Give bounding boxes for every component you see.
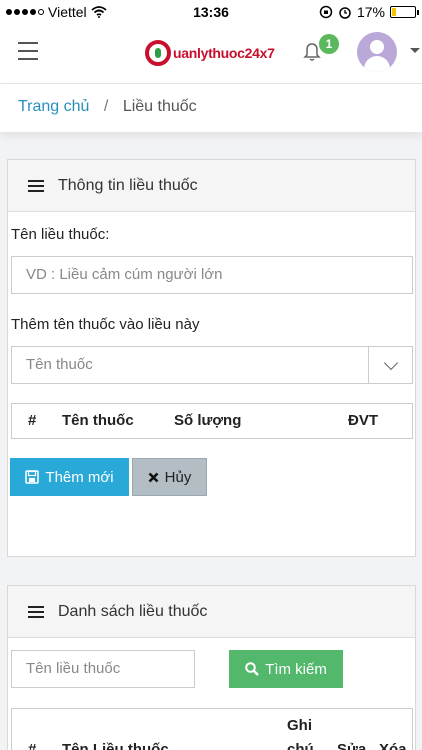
col-note-line2: chú: [287, 741, 314, 750]
user-avatar[interactable]: [357, 32, 397, 72]
panel-header: Danh sách liều thuốc: [8, 586, 415, 638]
col-index: #: [28, 412, 37, 429]
battery-percent: 17%: [356, 4, 385, 20]
save-icon: [25, 470, 40, 484]
close-icon: [148, 472, 159, 482]
panel-title: Danh sách liều thuốc: [58, 602, 208, 620]
search-input[interactable]: Tên liều thuốc: [11, 650, 195, 688]
app-header: uanlythuoc24x7 1: [0, 24, 422, 84]
status-right: 17%: [319, 4, 419, 20]
search-button[interactable]: Tìm kiếm: [229, 650, 343, 688]
battery-icon: [390, 6, 419, 18]
panel-header: Thông tin liều thuốc: [8, 160, 415, 212]
col-dose-name: Tên Liều thuốc: [62, 741, 169, 750]
add-new-button[interactable]: Thêm mới: [10, 458, 129, 496]
col-quantity: Số lượng: [174, 412, 242, 429]
search-icon: [245, 662, 260, 676]
col-note-line1: Ghi: [287, 717, 312, 734]
dose-name-input[interactable]: VD : Liều cảm cúm người lớn: [11, 256, 413, 294]
search-label: Tìm kiếm: [265, 660, 327, 678]
drug-table-header: # Tên thuốc Số lượng ĐVT: [11, 403, 413, 439]
col-delete: Xóa: [379, 741, 407, 750]
logo-mark-icon: [145, 40, 171, 66]
col-drug-name: Tên thuốc: [62, 412, 134, 429]
dose-info-panel: Thông tin liều thuốc Tên liều thuốc: VD …: [7, 159, 416, 557]
dose-table-header: # Tên Liều thuốc Ghi chú Sửa Xóa: [11, 708, 413, 750]
alarm-icon: [339, 7, 351, 19]
add-new-label: Thêm mới: [45, 468, 114, 486]
col-unit: ĐVT: [348, 412, 378, 429]
logo-text: uanlythuoc24x7: [173, 45, 275, 61]
breadcrumb-separator: /: [103, 98, 109, 115]
breadcrumb-home[interactable]: Trang chủ: [18, 98, 89, 115]
orientation-lock-icon: [319, 5, 333, 19]
cancel-button[interactable]: Hủy: [132, 458, 207, 496]
caret-down-icon[interactable]: [410, 48, 420, 53]
notification-badge[interactable]: 1: [319, 34, 339, 54]
cancel-label: Hủy: [164, 468, 192, 486]
panel-title: Thông tin liều thuốc: [58, 176, 198, 194]
list-icon: [28, 179, 44, 192]
dose-list-panel: Danh sách liều thuốc Tên liều thuốc Tìm …: [7, 585, 416, 750]
breadcrumb-current: Liều thuốc: [122, 98, 197, 115]
list-icon: [28, 605, 44, 618]
status-bar: Viettel 13:36 17%: [0, 0, 422, 24]
drug-select-value: Tên thuốc: [26, 356, 93, 373]
app-logo[interactable]: uanlythuoc24x7: [145, 36, 275, 70]
col-edit: Sửa: [337, 741, 367, 750]
dose-name-label: Tên liều thuốc:: [11, 226, 110, 243]
add-drug-label: Thêm tên thuốc vào liều này: [11, 316, 200, 333]
hamburger-icon[interactable]: [18, 42, 38, 60]
breadcrumb: Trang chủ / Liều thuốc: [0, 84, 422, 132]
chevron-down-icon[interactable]: [368, 347, 412, 383]
drug-select[interactable]: Tên thuốc: [11, 346, 413, 384]
col-index: #: [28, 741, 37, 750]
